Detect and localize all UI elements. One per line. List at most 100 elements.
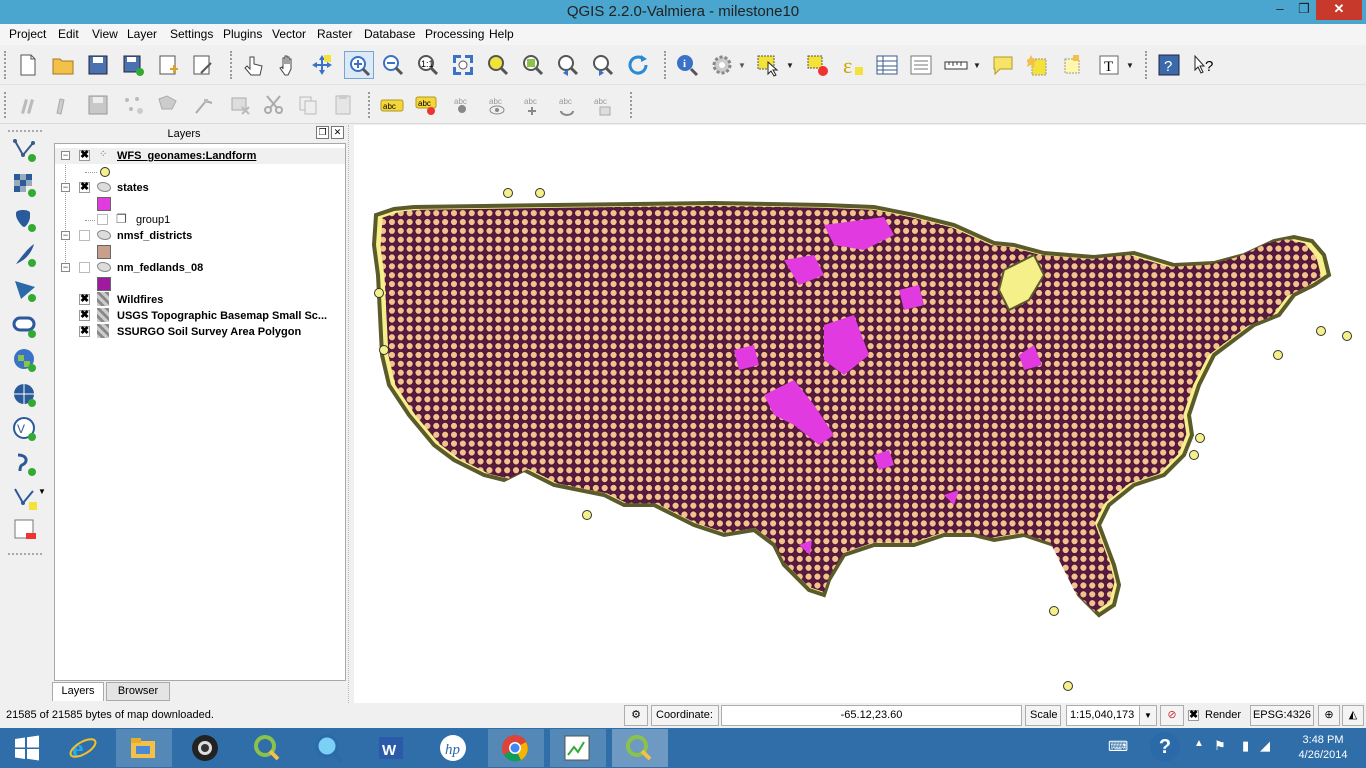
field-calculator-icon[interactable]: ε xyxy=(841,53,865,77)
layer-visibility-checkbox[interactable]: ✖ xyxy=(79,294,90,305)
layer-name[interactable]: WFS_geonames:Landform xyxy=(117,150,256,162)
tab-layers[interactable]: Layers xyxy=(52,682,104,701)
chrome-button[interactable] xyxy=(488,729,544,767)
restore-button[interactable]: ❐ xyxy=(1290,0,1318,20)
paste-features-icon[interactable] xyxy=(331,93,355,117)
remove-layer-icon[interactable] xyxy=(12,517,38,543)
save-as-icon[interactable] xyxy=(121,53,145,77)
start-button[interactable] xyxy=(0,729,56,767)
battery-icon[interactable]: ▮ xyxy=(1242,738,1249,756)
save-layer-edits-icon[interactable] xyxy=(86,93,110,117)
add-wfs-layer-icon[interactable]: V xyxy=(12,416,38,442)
chevron-down-icon[interactable]: ▼ xyxy=(786,61,794,70)
statistics-icon[interactable] xyxy=(909,53,933,77)
touch-zoom-icon[interactable] xyxy=(242,53,266,77)
layer-visibility-checkbox[interactable] xyxy=(79,262,90,273)
select-features-icon[interactable] xyxy=(756,53,780,77)
identify-icon[interactable]: i xyxy=(675,53,699,77)
scale-field[interactable]: 1:15,040,173 xyxy=(1066,705,1140,726)
save-project-icon[interactable] xyxy=(86,53,110,77)
menu-processing[interactable]: Processing xyxy=(425,27,484,41)
zoom-in-icon[interactable] xyxy=(344,51,374,79)
copy-features-icon[interactable] xyxy=(296,93,320,117)
zoom-actual-size-icon[interactable]: 1:1 xyxy=(416,53,440,77)
layer-visibility-checkbox[interactable]: ✖ xyxy=(79,182,90,193)
menu-settings[interactable]: Settings xyxy=(170,27,213,41)
collapse-icon[interactable]: − xyxy=(61,183,70,192)
layer-row[interactable]: − ✖ ⁘ WFS_geonames:Landform xyxy=(55,148,345,164)
file-explorer-button[interactable] xyxy=(116,729,172,767)
delete-selected-icon[interactable] xyxy=(228,93,252,117)
add-oracle-layer-icon[interactable] xyxy=(12,313,38,339)
add-mssql-layer-icon[interactable] xyxy=(12,277,38,303)
add-wms-layer-icon[interactable] xyxy=(12,347,38,373)
toolbar-grip[interactable] xyxy=(4,51,8,79)
map-tips-icon[interactable] xyxy=(991,53,1015,77)
menu-layer[interactable]: Layer xyxy=(127,27,157,41)
toolbar-grip[interactable] xyxy=(4,92,8,118)
collapse-icon[interactable]: − xyxy=(61,263,70,272)
qgis-active-button[interactable] xyxy=(612,729,668,767)
toolbar-grip[interactable] xyxy=(8,553,42,555)
map-canvas[interactable] xyxy=(354,125,1366,703)
layer-name[interactable]: nm_fedlands_08 xyxy=(117,262,203,274)
camera-app-button[interactable] xyxy=(178,729,234,767)
coordinate-field[interactable]: -65.12,23.60 xyxy=(721,705,1022,726)
layer-name[interactable]: states xyxy=(117,182,149,194)
move-label-icon[interactable]: abc xyxy=(520,93,544,117)
run-action-icon[interactable] xyxy=(710,53,734,77)
layer-tree[interactable]: − ✖ ⁘ WFS_geonames:Landform − ✖ states ❐… xyxy=(54,143,346,681)
new-bookmark-icon[interactable] xyxy=(1027,53,1051,77)
cut-features-icon[interactable] xyxy=(262,93,286,117)
close-button[interactable]: ✕ xyxy=(1316,0,1362,20)
hp-button[interactable]: hp xyxy=(426,729,482,767)
pan-icon[interactable] xyxy=(276,53,300,77)
menu-database[interactable]: Database xyxy=(364,27,415,41)
highlight-pinned-labels-icon[interactable]: abc xyxy=(415,93,439,117)
current-edits-icon[interactable] xyxy=(17,93,41,117)
layer-name[interactable]: USGS Topographic Basemap Small Sc... xyxy=(117,310,327,322)
zoom-next-icon[interactable] xyxy=(591,53,615,77)
menu-project[interactable]: Project xyxy=(9,27,46,41)
zoom-out-icon[interactable] xyxy=(381,53,405,77)
toolbar-grip[interactable] xyxy=(664,51,668,79)
toggle-editing-icon[interactable] xyxy=(51,93,75,117)
collapse-icon[interactable]: − xyxy=(61,231,70,240)
map-render[interactable] xyxy=(354,125,1366,703)
scale-dropdown-chevron-icon[interactable]: ▼ xyxy=(1139,705,1157,726)
refresh-icon[interactable] xyxy=(626,53,650,77)
internet-explorer-button[interactable]: e xyxy=(56,729,112,767)
add-raster-layer-icon[interactable] xyxy=(12,172,38,198)
messages-icon[interactable]: ◭ xyxy=(1342,705,1364,726)
zoom-to-layer-icon[interactable] xyxy=(521,53,545,77)
move-feature-icon[interactable] xyxy=(156,93,180,117)
menu-plugins[interactable]: Plugins xyxy=(223,27,262,41)
node-tool-icon[interactable] xyxy=(192,93,216,117)
show-hidden-icons-icon[interactable]: ▲ xyxy=(1194,738,1204,756)
menu-vector[interactable]: Vector xyxy=(272,27,306,41)
text-annotation-icon[interactable]: T xyxy=(1097,53,1121,77)
float-panel-button[interactable]: ❐ xyxy=(316,126,329,139)
new-print-composer-icon[interactable] xyxy=(156,53,180,77)
add-spatialite-layer-icon[interactable] xyxy=(12,242,38,268)
menu-help[interactable]: Help xyxy=(489,27,514,41)
zoom-last-icon[interactable] xyxy=(556,53,580,77)
crs-globe-icon[interactable]: ⊕ xyxy=(1318,705,1340,726)
layer-visibility-checkbox[interactable]: ✖ xyxy=(79,326,90,337)
word-button[interactable]: W xyxy=(364,729,420,767)
add-wcs-layer-icon[interactable] xyxy=(12,382,38,408)
measure-icon[interactable] xyxy=(944,53,968,77)
show-hide-labels-icon[interactable]: abc xyxy=(485,93,509,117)
panel-splitter[interactable] xyxy=(348,125,353,703)
group-visibility-checkbox[interactable] xyxy=(97,214,108,225)
help-contents-icon[interactable]: ? xyxy=(1157,53,1181,77)
layer-name[interactable]: SSURGO Soil Survey Area Polygon xyxy=(117,326,301,338)
keyboard-icon[interactable]: ⌨ xyxy=(1108,738,1128,756)
layer-name[interactable]: Wildfires xyxy=(117,294,163,306)
add-vector-layer-icon[interactable] xyxy=(12,137,38,163)
open-project-icon[interactable] xyxy=(51,53,75,77)
taskbar-clock[interactable]: 3:48 PM 4/26/2014 xyxy=(1290,733,1356,763)
toolbar-grip[interactable] xyxy=(368,92,372,118)
toolbar-grip[interactable] xyxy=(630,92,634,118)
search-app-button[interactable] xyxy=(302,729,358,767)
